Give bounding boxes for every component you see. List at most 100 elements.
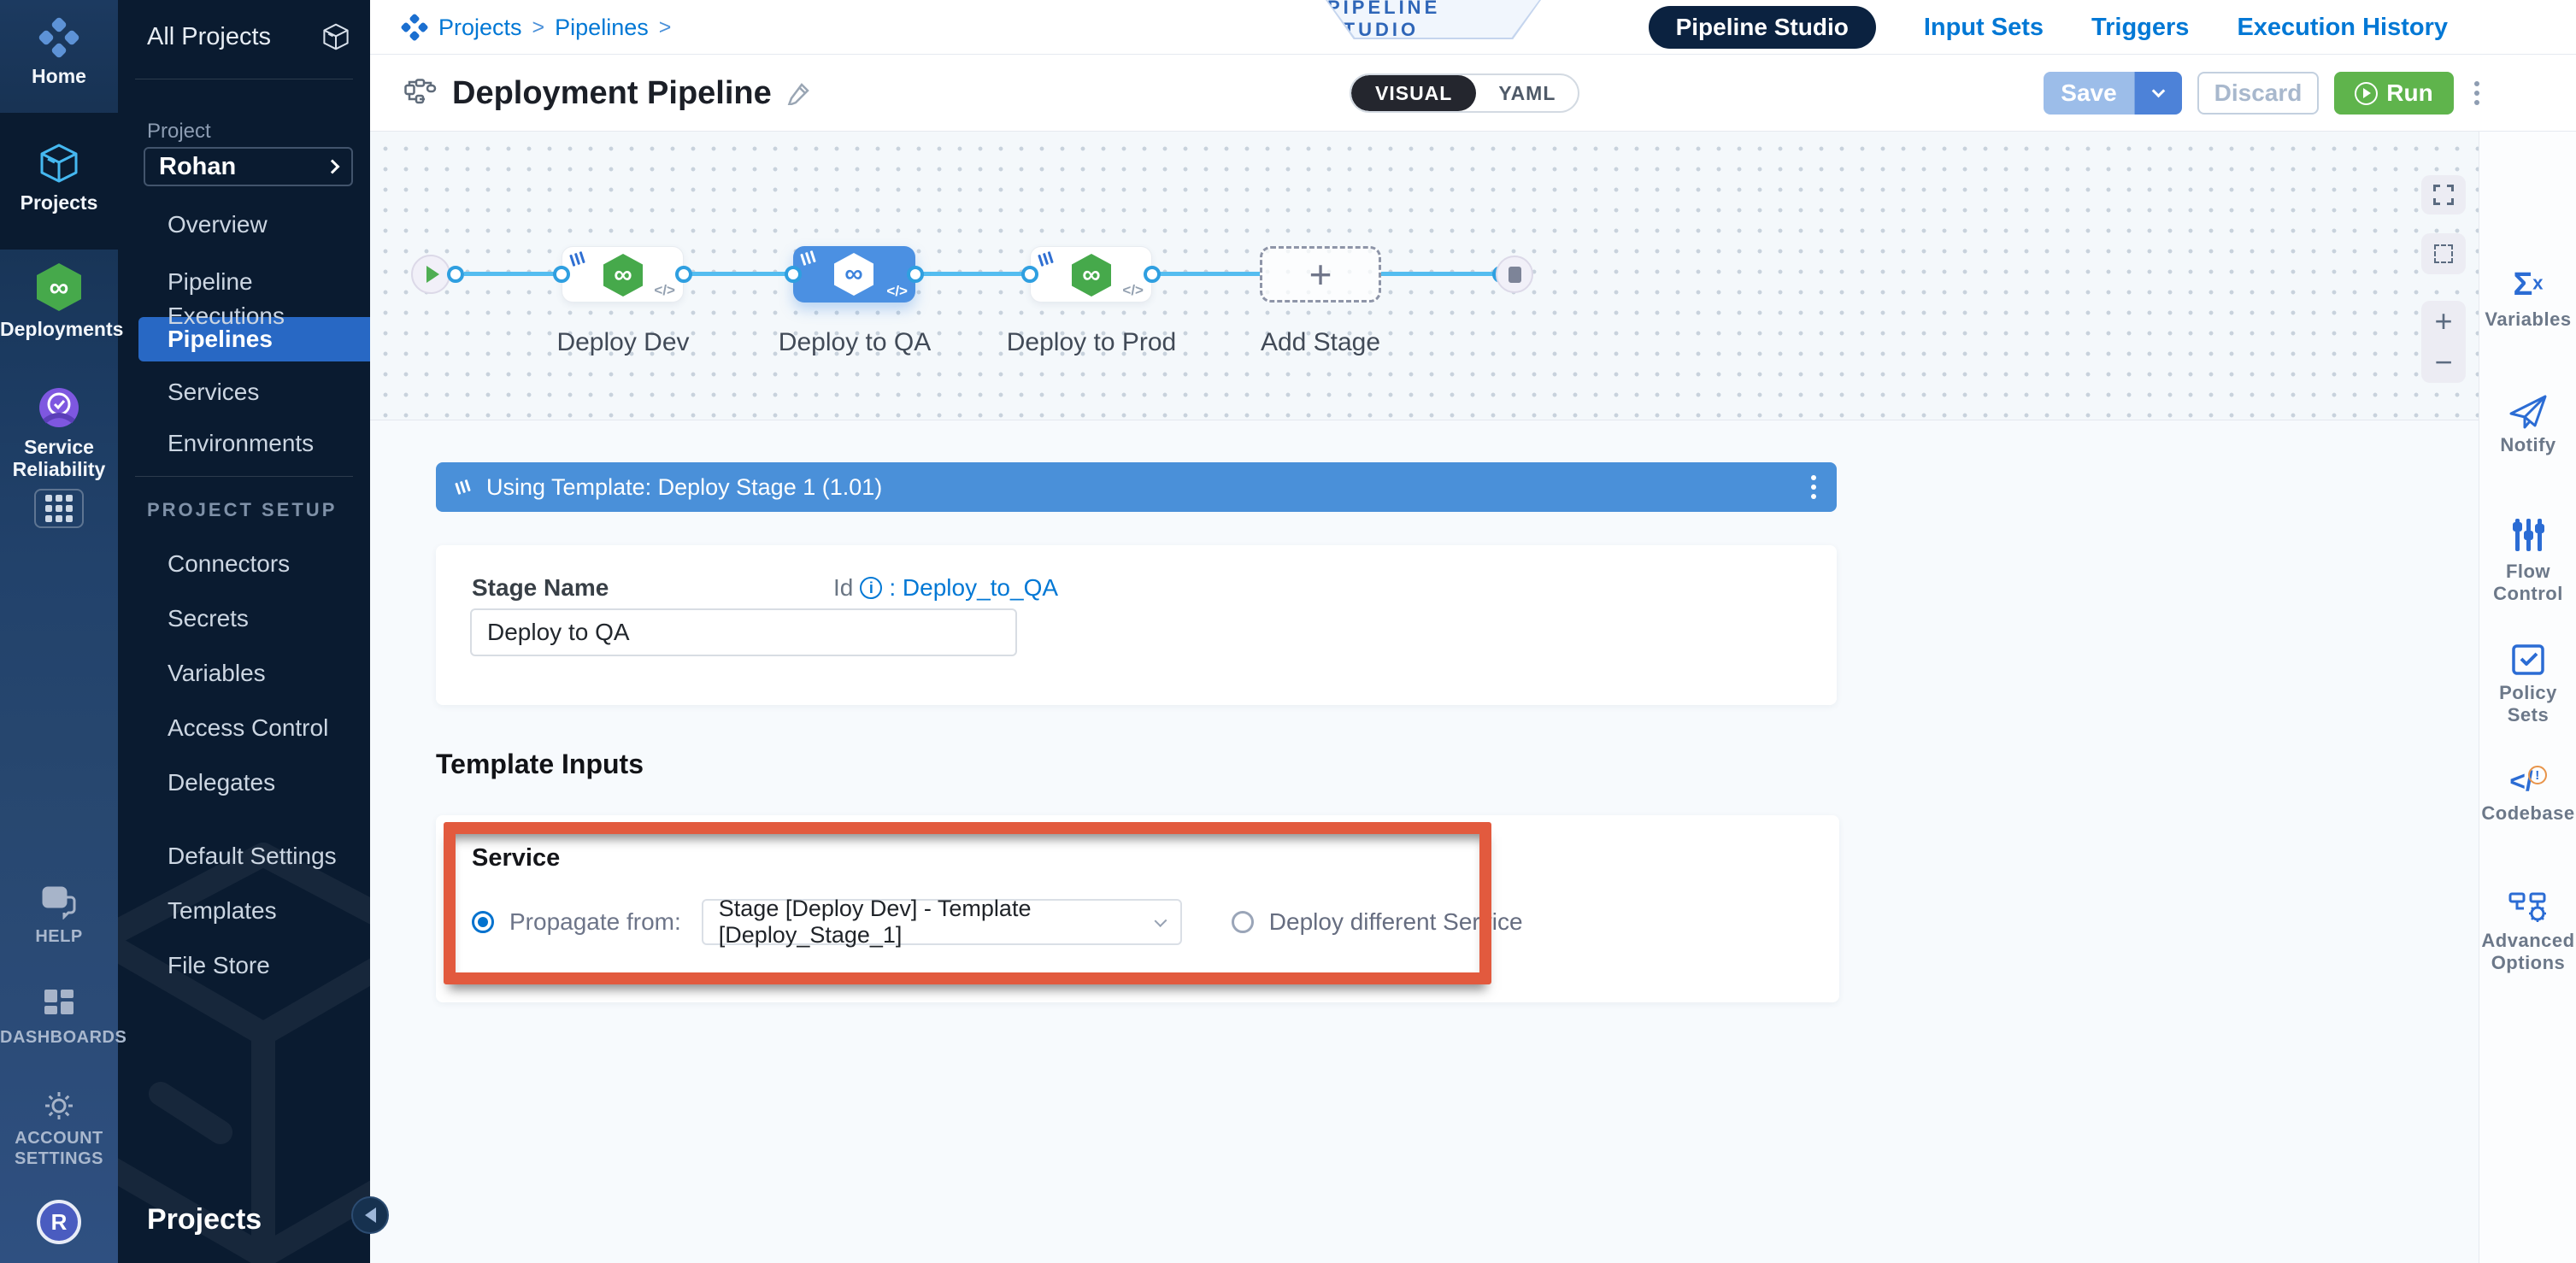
node-port bbox=[553, 266, 570, 283]
cd-hexagon-icon: ∞ bbox=[603, 254, 643, 297]
stage-node-deploy-to-qa[interactable]: ∞ </> bbox=[793, 246, 915, 303]
sidebar-item-pipeline-executions[interactable]: Pipeline Executions bbox=[168, 265, 370, 299]
tab-execution-history[interactable]: Execution History bbox=[2237, 14, 2448, 42]
cd-hexagon-icon: ∞ bbox=[834, 253, 873, 296]
more-options-menu[interactable] bbox=[2469, 76, 2485, 110]
divider bbox=[135, 476, 353, 477]
sidebar-item-label: Home bbox=[0, 65, 118, 87]
toggle-yaml[interactable]: YAML bbox=[1476, 75, 1578, 111]
notify-paperplane-icon bbox=[2509, 395, 2547, 429]
panel-item-flow-control[interactable]: Flow Control bbox=[2479, 518, 2576, 605]
apps-grid-button[interactable] bbox=[0, 489, 118, 528]
propagate-stage-select[interactable]: Stage [Deploy Dev] - Template [Deploy_St… bbox=[702, 899, 1182, 945]
collapse-arrow-icon bbox=[365, 1207, 376, 1223]
project-label: Project bbox=[147, 120, 211, 144]
panel-item-codebase[interactable]: </! Codebase bbox=[2479, 766, 2576, 825]
connector-line bbox=[1381, 272, 1501, 276]
sidebar-item-projects[interactable]: Projects bbox=[0, 142, 118, 214]
project-selector[interactable]: Rohan bbox=[144, 147, 353, 186]
sidebar-item-service-reliability[interactable]: Service Reliability bbox=[0, 386, 118, 480]
user-avatar[interactable]: R bbox=[0, 1200, 118, 1244]
tab-input-sets[interactable]: Input Sets bbox=[1924, 14, 2044, 42]
template-library-icon bbox=[455, 479, 471, 495]
different-service-label: Deploy different Service bbox=[1269, 908, 1523, 936]
sidebar-item-default-settings[interactable]: Default Settings bbox=[168, 839, 337, 873]
right-tool-panel: Σx Variables Notify Flow Control Polic bbox=[2479, 132, 2576, 1263]
discard-button[interactable]: Discard bbox=[2197, 72, 2319, 115]
sidebar-item-access-control[interactable]: Access Control bbox=[168, 711, 328, 745]
template-options-menu[interactable] bbox=[1806, 470, 1821, 504]
all-projects-link[interactable]: All Projects bbox=[147, 23, 271, 51]
sidebar-item-account-settings[interactable]: ACCOUNT SETTINGS bbox=[0, 1089, 118, 1169]
sidebar-item-variables[interactable]: Variables bbox=[168, 656, 266, 690]
tab-triggers[interactable]: Triggers bbox=[2091, 14, 2189, 42]
zoom-in-button[interactable]: + bbox=[2434, 303, 2452, 340]
node-port bbox=[675, 266, 692, 283]
template-banner-text: Using Template: Deploy Stage 1 (1.01) bbox=[486, 474, 882, 501]
sidebar-item-overview[interactable]: Overview bbox=[168, 208, 268, 242]
breadcrumb-bar: Projects > Pipelines > PIPELINE STUDIO P… bbox=[370, 0, 2576, 55]
sidebar-item-secrets[interactable]: Secrets bbox=[168, 602, 249, 636]
template-inputs-heading: Template Inputs bbox=[436, 749, 644, 780]
stage-name-input[interactable] bbox=[470, 608, 1017, 656]
sidebar-item-label: Projects bbox=[0, 191, 118, 214]
toggle-visual[interactable]: VISUAL bbox=[1351, 75, 1476, 111]
pipeline-studio-badge: PIPELINE STUDIO bbox=[1326, 0, 1541, 39]
node-port bbox=[907, 266, 924, 283]
breadcrumb-projects[interactable]: Projects bbox=[438, 15, 522, 41]
template-banner[interactable]: Using Template: Deploy Stage 1 (1.01) bbox=[436, 462, 1837, 512]
sidebar-item-dashboards[interactable]: DASHBOARDS bbox=[0, 988, 118, 1048]
save-split-button: Save bbox=[2044, 72, 2182, 115]
panel-item-variables[interactable]: Σx Variables bbox=[2479, 267, 2576, 331]
zoom-controls: + − bbox=[2421, 301, 2466, 383]
fullscreen-button[interactable] bbox=[2421, 175, 2466, 214]
add-stage-button[interactable]: + bbox=[1260, 246, 1381, 303]
run-button[interactable]: Run bbox=[2334, 72, 2454, 115]
sidebar-item-help[interactable]: HELP bbox=[0, 885, 118, 947]
cd-hexagon-icon: ∞ bbox=[1072, 254, 1111, 297]
code-view-icon: </> bbox=[1122, 282, 1144, 299]
sidebar-collapse-button[interactable] bbox=[351, 1196, 389, 1234]
node-port bbox=[1021, 266, 1038, 283]
sidebar-item-file-store[interactable]: File Store bbox=[168, 949, 270, 983]
zoom-out-button[interactable]: − bbox=[2434, 344, 2452, 381]
sidebar-item-label: HELP bbox=[0, 926, 118, 947]
edit-pencil-icon[interactable] bbox=[787, 81, 811, 105]
stage-label: Deploy Dev bbox=[495, 328, 751, 357]
sidebar-item-connectors[interactable]: Connectors bbox=[168, 547, 290, 581]
pipeline-start-node bbox=[411, 255, 450, 294]
pipeline-graph-icon bbox=[404, 79, 437, 108]
panel-item-advanced-options[interactable]: Advanced Options bbox=[2479, 890, 2576, 974]
codebase-icon: </! bbox=[2509, 779, 2547, 794]
marquee-select-button[interactable] bbox=[2421, 233, 2466, 274]
stage-name-card: Stage Name Id i : Deploy_to_QA bbox=[436, 545, 1837, 705]
pipeline-canvas[interactable]: ∞ </> Deploy Dev ∞ </> Deploy to QA ∞ </… bbox=[370, 132, 2479, 420]
stage-node-deploy-dev[interactable]: ∞ </> bbox=[562, 246, 684, 303]
save-button[interactable]: Save bbox=[2044, 72, 2134, 115]
sidebar-item-services[interactable]: Services bbox=[168, 375, 259, 409]
sidebar-item-templates[interactable]: Templates bbox=[168, 894, 277, 928]
propagate-radio[interactable] bbox=[472, 911, 494, 933]
gear-icon bbox=[0, 1089, 118, 1123]
stage-node-deploy-to-prod[interactable]: ∞ </> bbox=[1030, 246, 1152, 303]
template-library-icon bbox=[800, 250, 816, 266]
stage-name-label: Stage Name bbox=[472, 574, 609, 602]
info-icon[interactable]: i bbox=[860, 577, 882, 599]
panel-item-notify[interactable]: Notify bbox=[2479, 395, 2576, 456]
breadcrumb-separator: > bbox=[659, 15, 672, 40]
panel-item-policy-sets[interactable]: Policy Sets bbox=[2479, 643, 2576, 726]
sidebar-item-deployments[interactable]: ∞ Deployments bbox=[0, 263, 118, 340]
harness-logo-icon bbox=[401, 14, 428, 41]
sidebar-item-home[interactable]: Home bbox=[0, 17, 118, 87]
project-cube-icon[interactable] bbox=[321, 22, 350, 51]
flow-control-icon bbox=[2515, 518, 2542, 552]
tab-pipeline-studio[interactable]: Pipeline Studio bbox=[1649, 6, 1876, 49]
sidebar-item-environments[interactable]: Environments bbox=[168, 426, 314, 461]
sidebar-item-delegates[interactable]: Delegates bbox=[168, 766, 275, 800]
different-service-radio[interactable] bbox=[1232, 911, 1254, 933]
breadcrumb-pipelines[interactable]: Pipelines bbox=[555, 15, 649, 41]
sidebar-item-pipelines[interactable]: Pipelines bbox=[168, 322, 273, 356]
advanced-options-icon bbox=[2508, 890, 2548, 925]
save-options-button[interactable] bbox=[2134, 72, 2182, 115]
service-heading: Service bbox=[472, 844, 560, 872]
